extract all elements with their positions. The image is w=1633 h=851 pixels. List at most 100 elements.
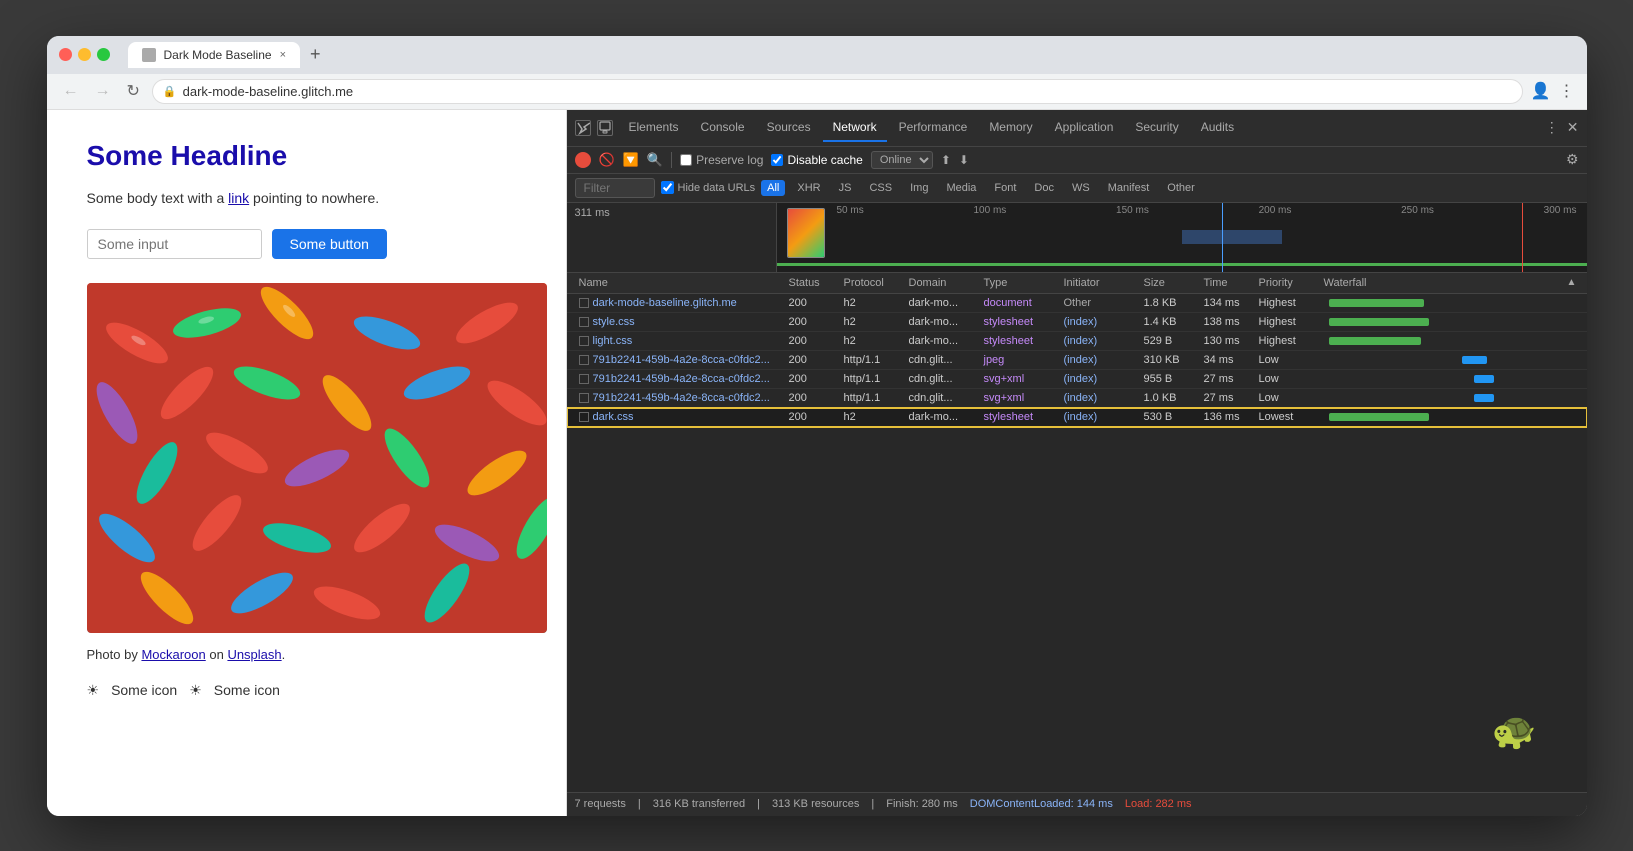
filter-img-button[interactable]: Img [904,180,934,196]
filter-xhr-button[interactable]: XHR [791,180,826,196]
row-initiator: (index) [1060,316,1140,328]
network-filter-input[interactable] [575,178,655,198]
address-input[interactable]: 🔒 dark-mode-baseline.glitch.me [152,79,1523,104]
photo-link-mockaroon[interactable]: Mockaroon [141,647,205,662]
webpage-panel: Some Headline Some body text with a link… [47,110,567,816]
disable-cache-label[interactable]: Disable cache [771,153,862,167]
row-name-text: dark.css [593,411,634,423]
browser-tab[interactable]: Dark Mode Baseline × [128,42,301,68]
col-header-status[interactable]: Status [785,277,840,289]
network-table-row[interactable]: 791b2241-459b-4a2e-8cca-c0fdc2... 200 ht… [567,370,1587,389]
devtools-close-icon[interactable]: ✕ [1567,119,1579,136]
back-button[interactable]: ← [59,80,83,102]
col-header-initiator[interactable]: Initiator [1060,277,1140,289]
minimize-button[interactable] [78,48,91,61]
row-type: stylesheet [980,316,1060,328]
devtools-tab-network[interactable]: Network [823,114,887,142]
col-header-priority[interactable]: Priority [1255,277,1320,289]
disable-cache-checkbox[interactable] [771,154,783,166]
hide-data-urls-checkbox[interactable] [661,181,674,194]
page-body: Some body text with a link pointing to n… [87,188,526,209]
row-size: 1.8 KB [1140,297,1200,309]
page-button[interactable]: Some button [272,229,387,259]
filter-manifest-button[interactable]: Manifest [1102,180,1156,196]
devtools-inspect-icon[interactable] [575,120,591,136]
hide-data-urls-label[interactable]: Hide data URLs [661,181,756,194]
photo-link-unsplash[interactable]: Unsplash [227,647,281,662]
devtools-tab-security[interactable]: Security [1125,114,1188,142]
row-size: 1.4 KB [1140,316,1200,328]
devtools-device-icon[interactable] [597,120,613,136]
col-header-size[interactable]: Size [1140,277,1200,289]
network-table-row[interactable]: style.css 200 h2 dark-mo... stylesheet (… [567,313,1587,332]
forward-button[interactable]: → [91,80,115,102]
filter-js-button[interactable]: JS [833,180,858,196]
timeline-label-50: 50 ms [837,205,864,216]
network-table-row[interactable]: dark-mode-baseline.glitch.me 200 h2 dark… [567,294,1587,313]
row-name-text: light.css [593,335,633,347]
devtools-settings-icon[interactable]: ⚙ [1566,151,1579,168]
network-search-icon[interactable]: 🔍 [647,152,663,168]
filter-other-button[interactable]: Other [1161,180,1201,196]
devtools-tab-audits[interactable]: Audits [1191,114,1244,142]
status-load[interactable]: Load: 282 ms [1125,798,1192,810]
page-input[interactable] [87,229,262,259]
devtools-tab-sources[interactable]: Sources [757,114,821,142]
preserve-log-label[interactable]: Preserve log [680,153,763,167]
network-table-row[interactable]: 791b2241-459b-4a2e-8cca-c0fdc2... 200 ht… [567,389,1587,408]
filter-doc-button[interactable]: Doc [1028,180,1060,196]
network-clear-icon[interactable]: 🚫 [599,152,615,168]
filter-font-button[interactable]: Font [988,180,1022,196]
row-protocol: http/1.1 [840,354,905,366]
timeline-name-column: 311 ms [567,203,777,272]
col-header-protocol[interactable]: Protocol [840,277,905,289]
menu-icon[interactable]: ⋮ [1559,81,1575,101]
timeline-blue-marker [1222,203,1223,272]
network-throttle-select[interactable]: Online [871,151,933,169]
row-waterfall [1320,411,1579,423]
filter-all-button[interactable]: All [761,180,785,196]
lock-icon: 🔒 [163,85,177,98]
filter-media-button[interactable]: Media [940,180,982,196]
reload-button[interactable]: ↻ [123,79,144,103]
network-table-row[interactable]: dark.css 200 h2 dark-mo... stylesheet (i… [567,408,1587,427]
filter-css-button[interactable]: CSS [863,180,898,196]
timeline-label-300: 300 ms [1544,205,1577,216]
devtools-tab-elements[interactable]: Elements [619,114,689,142]
network-table-row[interactable]: light.css 200 h2 dark-mo... stylesheet (… [567,332,1587,351]
devtools-more-icon[interactable]: ⋮ [1545,119,1559,136]
preserve-log-checkbox[interactable] [680,154,692,166]
row-priority: Lowest [1255,411,1320,423]
close-button[interactable] [59,48,72,61]
status-separator-1: | [638,798,641,810]
browser-window: Dark Mode Baseline × + ← → ↻ 🔒 dark-mode… [47,36,1587,816]
row-domain: dark-mo... [905,411,980,423]
tab-close-button[interactable]: × [280,49,286,61]
address-bar: ← → ↻ 🔒 dark-mode-baseline.glitch.me 👤 ⋮ [47,74,1587,110]
col-header-waterfall[interactable]: Waterfall [1320,277,1567,289]
profile-icon[interactable]: 👤 [1531,81,1551,101]
network-table-row[interactable]: 791b2241-459b-4a2e-8cca-c0fdc2... 200 ht… [567,351,1587,370]
body-link[interactable]: link [228,190,249,206]
network-record-button[interactable] [575,152,591,168]
col-header-domain[interactable]: Domain [905,277,980,289]
col-header-type[interactable]: Type [980,277,1060,289]
network-filter-icon[interactable]: 🔽 [623,152,639,168]
row-size: 529 B [1140,335,1200,347]
maximize-button[interactable] [97,48,110,61]
new-tab-button[interactable]: + [304,44,327,65]
devtools-tab-performance[interactable]: Performance [889,114,978,142]
tab-title: Dark Mode Baseline [164,48,272,62]
devtools-tab-console[interactable]: Console [691,114,755,142]
devtools-tab-application[interactable]: Application [1045,114,1124,142]
filter-ws-button[interactable]: WS [1066,180,1096,196]
row-time: 34 ms [1200,354,1255,366]
status-dom-content-loaded[interactable]: DOMContentLoaded: 144 ms [970,798,1113,810]
timeline-labels: 50 ms 100 ms 150 ms 200 ms 250 ms 300 ms [837,205,1577,216]
row-protocol: h2 [840,316,905,328]
row-name: light.css [575,335,785,347]
devtools-tab-memory[interactable]: Memory [979,114,1042,142]
row-name: dark.css [575,411,785,423]
col-header-name[interactable]: Name [575,277,785,289]
col-header-time[interactable]: Time [1200,277,1255,289]
